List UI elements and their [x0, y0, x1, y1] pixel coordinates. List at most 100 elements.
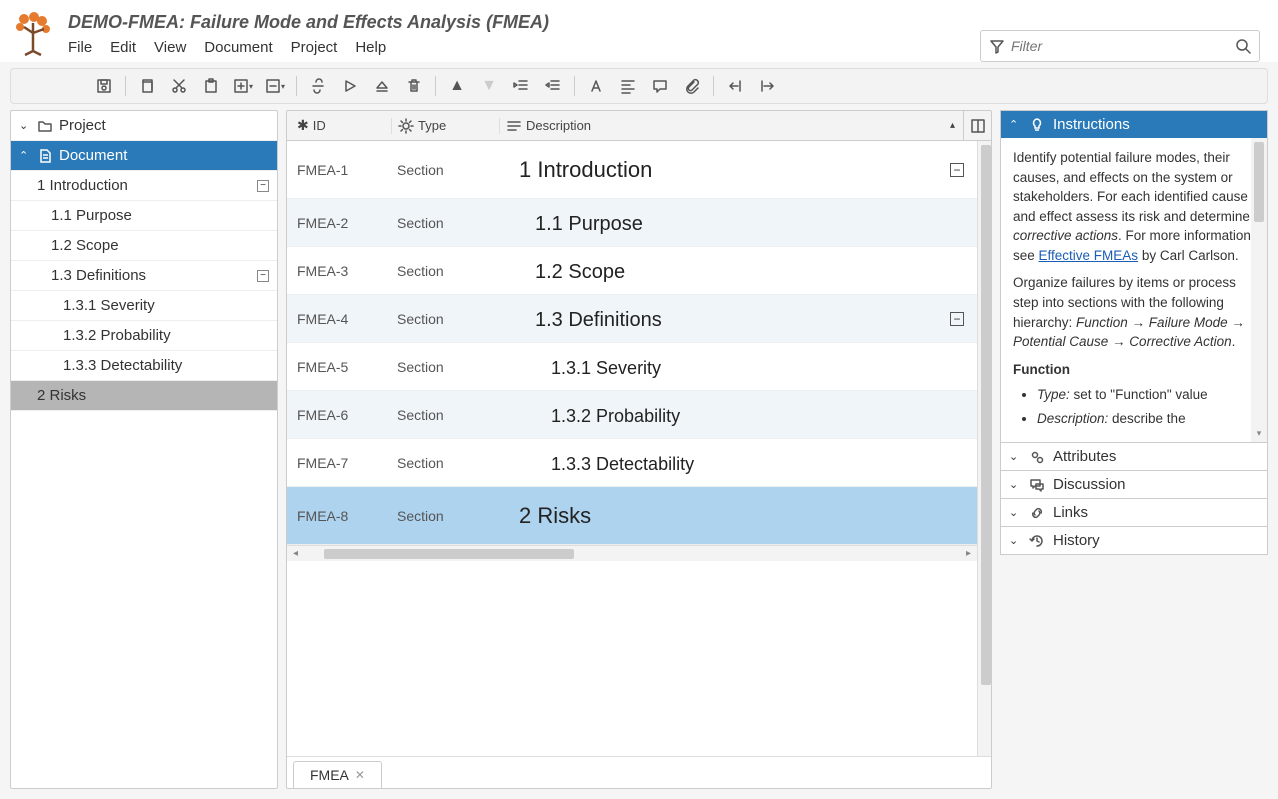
delete-button[interactable] [399, 72, 429, 100]
cell-description: 1.3.2 Probability [499, 402, 937, 428]
eject-button[interactable] [367, 72, 397, 100]
cell-description: 1.1 Purpose [499, 210, 937, 236]
columns-icon [970, 118, 986, 134]
cell-id: FMEA-3 [287, 263, 391, 279]
gears-icon [1029, 449, 1045, 465]
link-out-button[interactable] [720, 72, 750, 100]
panel-discussion-header[interactable]: ⌄Discussion [1001, 471, 1267, 498]
grid-body: FMEA-1Section1 Introduction−FMEA-2Sectio… [287, 141, 977, 545]
panel-attributes-header[interactable]: ⌄Attributes [1001, 443, 1267, 470]
indent-button[interactable] [538, 72, 568, 100]
right-sidebar: ⌃ Instructions Identify potential failur… [1000, 110, 1268, 789]
menu-view[interactable]: View [154, 39, 186, 56]
link-in-button[interactable] [752, 72, 782, 100]
cell-type: Section [391, 407, 499, 423]
table-row[interactable]: FMEA-6Section1.3.2 Probability [287, 391, 977, 439]
tab-fmea[interactable]: FMEA✕ [293, 761, 382, 788]
paste-button[interactable] [196, 72, 226, 100]
panel-links-header[interactable]: ⌄Links [1001, 499, 1267, 526]
cell-type: Section [391, 162, 499, 178]
columns-toggle[interactable] [963, 111, 991, 140]
panel-instructions-header[interactable]: ⌃ Instructions [1001, 111, 1267, 138]
attach-button[interactable] [677, 72, 707, 100]
font-button[interactable] [581, 72, 611, 100]
sidebar-item[interactable]: 1.3.3 Detectability [11, 351, 277, 381]
cell-description: 2 Risks [499, 503, 937, 529]
menu-help[interactable]: Help [355, 39, 386, 56]
strikethrough-button[interactable] [303, 72, 333, 100]
sidebar-item[interactable]: 1.3.1 Severity [11, 291, 277, 321]
close-icon[interactable]: ✕ [355, 768, 365, 782]
cell-description: 1.3.3 Detectability [499, 450, 937, 476]
cell-type: Section [391, 508, 499, 524]
effective-fmeas-link[interactable]: Effective FMEAs [1039, 248, 1139, 263]
cell-id: FMEA-1 [287, 162, 391, 178]
sidebar-item[interactable]: 1.2 Scope [11, 231, 277, 261]
col-type-header[interactable]: Type [391, 118, 499, 134]
cell-type: Section [391, 311, 499, 327]
document-icon [37, 148, 53, 164]
instructions-scrollbar[interactable]: ▾ [1251, 138, 1267, 442]
chat-icon [1029, 477, 1045, 493]
filter-icon [989, 38, 1005, 54]
sidebar-project-header[interactable]: ⌄ Project [11, 111, 277, 141]
table-row[interactable]: FMEA-3Section1.2 Scope [287, 247, 977, 295]
col-id-header[interactable]: ✱ID [287, 117, 391, 134]
table-row[interactable]: FMEA-2Section1.1 Purpose [287, 199, 977, 247]
sort-arrow-icon: ▴ [950, 120, 955, 131]
cell-description: 1 Introduction [499, 157, 937, 183]
toolbar: ▾ ▾ ▲ ▼ [10, 68, 1268, 104]
document-grid: ✱ID Type Description ▴ FMEA-1Section1 In… [286, 110, 992, 789]
document-tabs: FMEA✕ [287, 756, 991, 788]
table-row[interactable]: FMEA-5Section1.3.1 Severity [287, 343, 977, 391]
sidebar-item[interactable]: 1.1 Purpose [11, 201, 277, 231]
cell-description: 1.3 Definitions [499, 306, 937, 332]
add-button[interactable]: ▾ [228, 72, 258, 100]
folder-icon [37, 118, 53, 134]
outdent-button[interactable] [506, 72, 536, 100]
menu-edit[interactable]: Edit [110, 39, 136, 56]
cell-description: 1.2 Scope [499, 258, 937, 284]
remove-button[interactable]: ▾ [260, 72, 290, 100]
table-row[interactable]: FMEA-4Section1.3 Definitions− [287, 295, 977, 343]
link-icon [1029, 505, 1045, 521]
table-row[interactable]: FMEA-7Section1.3.3 Detectability [287, 439, 977, 487]
move-up-button[interactable]: ▲ [442, 72, 472, 100]
cell-description: 1.3.1 Severity [499, 354, 937, 380]
expand-toggle[interactable]: − [257, 180, 269, 192]
nav-sidebar: ⌄ Project ⌃ Document 1 Introduction−1.1 … [10, 110, 278, 789]
menu-project[interactable]: Project [291, 39, 338, 56]
sidebar-document-header[interactable]: ⌃ Document [11, 141, 277, 171]
comment-button[interactable] [645, 72, 675, 100]
cell-type: Section [391, 263, 499, 279]
play-button[interactable] [335, 72, 365, 100]
search-icon[interactable] [1235, 38, 1251, 54]
expand-toggle[interactable]: − [257, 270, 269, 282]
sidebar-item[interactable]: 1 Introduction− [11, 171, 277, 201]
collapse-icon[interactable]: − [950, 312, 964, 326]
panel-history-header[interactable]: ⌄History [1001, 527, 1267, 554]
gear-icon [398, 118, 414, 134]
table-row[interactable]: FMEA-8Section2 Risks [287, 487, 977, 545]
align-button[interactable] [613, 72, 643, 100]
lightbulb-icon [1029, 117, 1045, 133]
cut-button[interactable] [164, 72, 194, 100]
copy-button[interactable] [132, 72, 162, 100]
panel-instructions-body: Identify potential failure modes, their … [1001, 138, 1267, 442]
menu-file[interactable]: File [68, 39, 92, 56]
col-desc-header[interactable]: Description ▴ [499, 118, 963, 134]
menu-document[interactable]: Document [204, 39, 272, 56]
move-down-button[interactable]: ▼ [474, 72, 504, 100]
vertical-scrollbar[interactable] [977, 141, 991, 756]
sidebar-item[interactable]: 1.3 Definitions− [11, 261, 277, 291]
horizontal-scrollbar[interactable]: ◂▸ [287, 545, 977, 561]
filter-box[interactable] [980, 30, 1260, 62]
table-row[interactable]: FMEA-1Section1 Introduction− [287, 141, 977, 199]
save-button[interactable] [89, 72, 119, 100]
lines-icon [506, 118, 522, 134]
sidebar-item[interactable]: 1.3.2 Probability [11, 321, 277, 351]
collapse-icon[interactable]: − [950, 163, 964, 177]
sidebar-item[interactable]: 2 Risks [11, 381, 277, 411]
filter-input[interactable] [1011, 38, 1235, 54]
cell-id: FMEA-6 [287, 407, 391, 423]
